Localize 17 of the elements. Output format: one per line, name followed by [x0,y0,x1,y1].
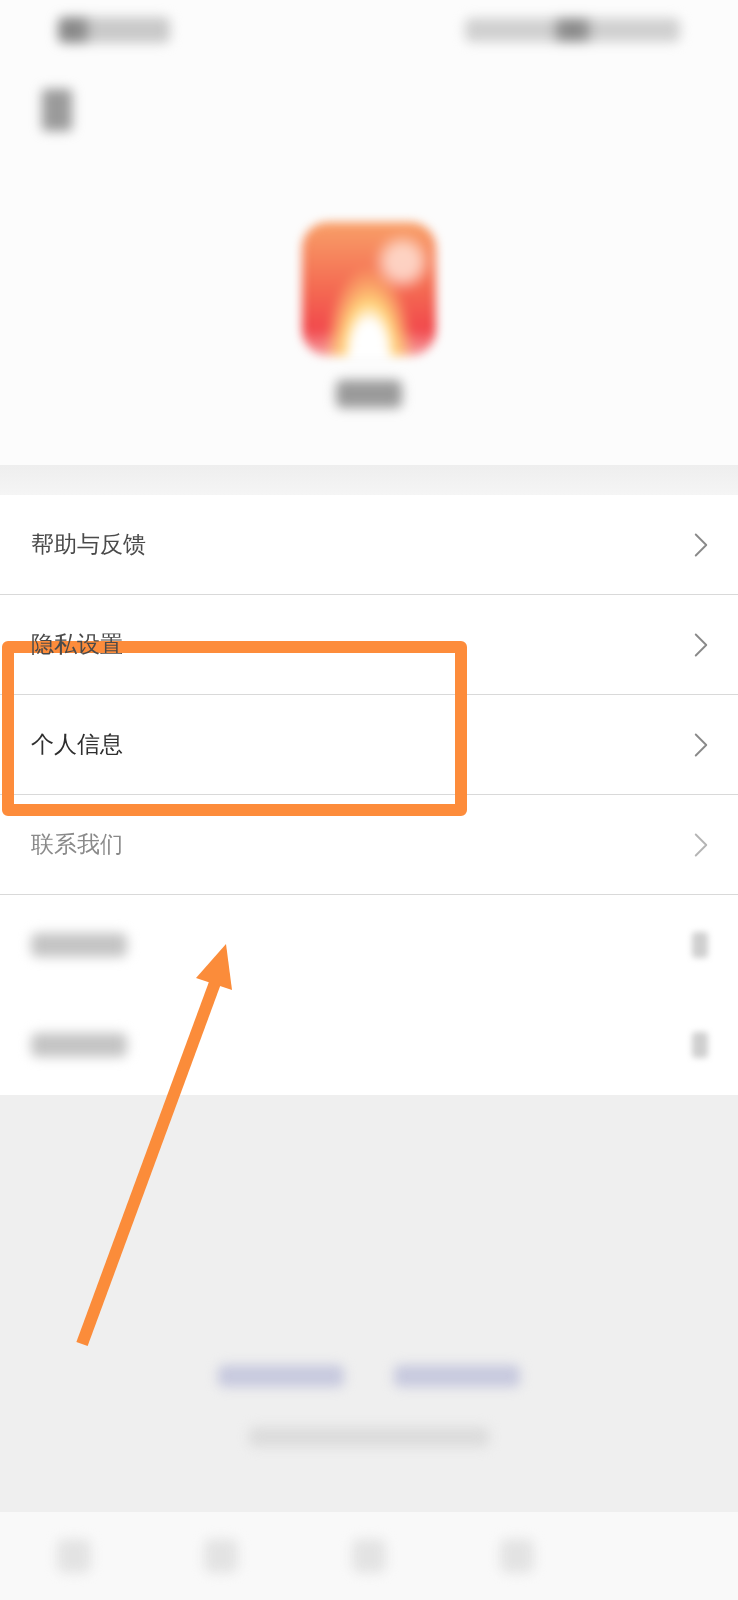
chevron-icon [694,731,708,758]
chevron-icon [694,531,708,558]
chevron-icon [694,631,708,658]
menu-item-label: 帮助与反馈 [31,530,146,559]
menu-item[interactable]: 联系我们 [0,795,738,895]
app-logo-icon [302,222,436,356]
menu-item[interactable]: 帮助与反馈 [0,495,738,595]
blurred-chevron-icon [692,932,708,958]
menu-item-label: 联系我们 [31,830,123,859]
menu-item-label: 个人信息 [31,730,123,759]
menu-item[interactable]: 个人信息 [0,695,738,795]
blurred-chevron-icon [692,1032,708,1058]
blurred-app-name [336,380,402,408]
chevron-icon [694,831,708,858]
blurred-back-icon[interactable] [42,89,72,131]
blurred-link[interactable] [218,1365,344,1387]
blurred-link[interactable] [394,1365,520,1387]
